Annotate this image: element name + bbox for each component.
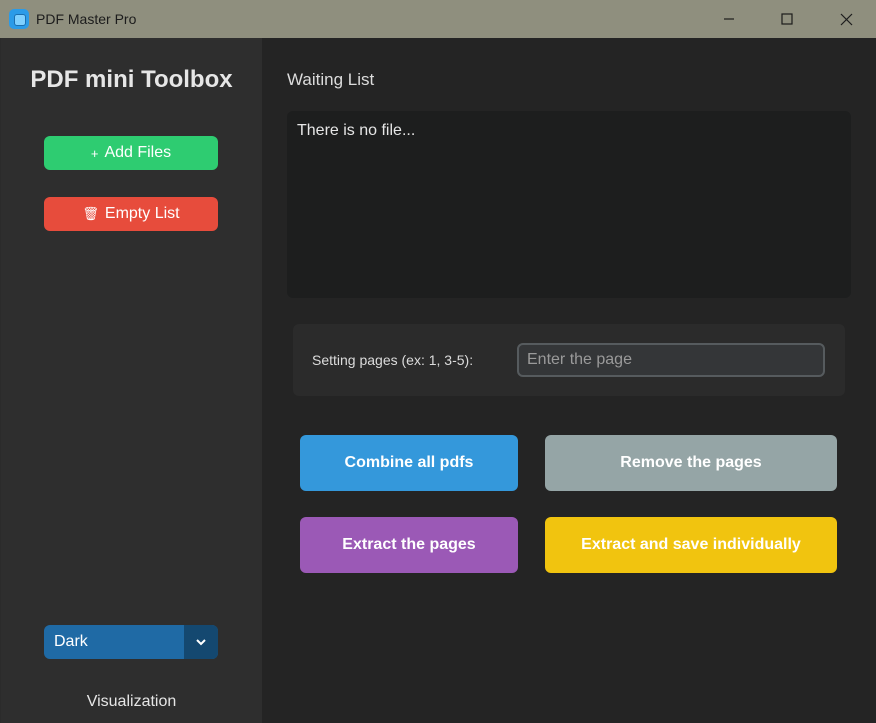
extract-pages-button[interactable]: Extract the pages [300,517,518,573]
file-list-empty-text: There is no file... [297,122,416,139]
minimize-icon [724,18,734,20]
visualization-label: Visualization [86,693,177,710]
pages-label: Setting pages (ex: 1, 3-5): [312,352,474,368]
empty-list-button[interactable]: 🗑 Empty List [44,197,218,231]
plus-icon: + [90,145,99,161]
chevron-down-icon [196,639,206,646]
waiting-list-title: Waiting List [287,70,375,89]
add-files-label: Add Files [104,144,172,161]
theme-dropdown-button[interactable] [184,625,218,659]
theme-select-value: Dark [54,633,88,650]
title-bar: PDF Master Pro [0,0,876,38]
close-icon [840,13,852,25]
sidebar: PDF mini Toolbox + Add Files 🗑 Empty Lis… [1,38,262,723]
trash-icon: 🗑 [82,206,99,221]
window-title: PDF Master Pro [36,11,137,27]
empty-list-label: Empty List [104,205,180,222]
file-list-box[interactable]: There is no file... [287,111,851,298]
app-logo-icon [9,9,29,29]
theme-select[interactable]: Dark [44,625,218,659]
brand-title: PDF mini Toolbox [30,66,233,93]
main-panel: Waiting List There is no file... Setting… [262,38,876,723]
minimize-button[interactable] [700,0,758,38]
pages-settings-panel: Setting pages (ex: 1, 3-5): [293,324,845,396]
combine-pdfs-button[interactable]: Combine all pdfs [300,435,518,491]
remove-pages-button[interactable]: Remove the pages [545,435,837,491]
maximize-icon [781,13,793,25]
maximize-button[interactable] [758,0,816,38]
close-button[interactable] [817,0,875,38]
pages-input[interactable] [517,343,825,377]
extract-individually-button[interactable]: Extract and save individually [545,517,837,573]
add-files-button[interactable]: + Add Files [44,136,218,170]
